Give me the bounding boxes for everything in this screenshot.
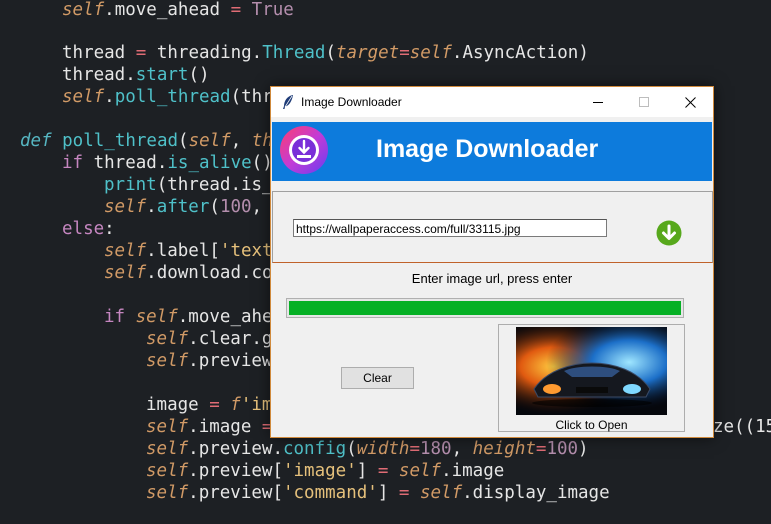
code-line: self.clear.g [146, 329, 273, 349]
close-icon [684, 96, 696, 108]
code-line: if thread.is_alive() [62, 153, 273, 173]
close-button[interactable] [667, 87, 713, 117]
feather-icon [283, 95, 293, 109]
download-logo-icon [280, 126, 328, 174]
app-header: Image Downloader [272, 122, 712, 181]
minimize-button[interactable] [575, 87, 621, 117]
code-line: image = f'im [146, 395, 273, 415]
car-preview-image [516, 327, 667, 415]
code-line: self.preview['command'] = self.display_i… [146, 483, 610, 503]
preview-caption: Click to Open [555, 418, 628, 432]
url-panel: https://wallpaperaccess.com/full/33115.j… [272, 191, 713, 263]
clear-button[interactable]: Clear [341, 367, 414, 389]
code-line: def poll_thread(self, th [20, 131, 273, 151]
url-input[interactable]: https://wallpaperaccess.com/full/33115.j… [293, 219, 607, 237]
code-line-fragment: ze((15 [713, 417, 771, 437]
code-line: if self.move_ahe [104, 307, 273, 327]
code-line: thread.start() [62, 65, 210, 85]
code-line: self.image = [146, 417, 273, 437]
instruction-label: Enter image url, press enter [411, 271, 573, 286]
code-line: self.move_ahead = True [62, 0, 294, 20]
progress-fill [289, 301, 681, 315]
code-line: self.preview.config(width=180, height=10… [146, 439, 589, 459]
code-line: thread = threading.Thread(target=self.As… [62, 43, 589, 63]
progress-bar [286, 298, 684, 318]
code-line: self.label['text [104, 241, 273, 261]
code-line: else: [62, 219, 115, 239]
code-line: self.download.co [104, 263, 273, 283]
code-line: self.preview['image'] = self.image [146, 461, 505, 481]
maximize-button[interactable] [621, 87, 667, 117]
title-bar[interactable]: Image Downloader [271, 87, 713, 117]
preview-button[interactable]: Click to Open [498, 324, 685, 432]
code-line: self.poll_thread(thr [62, 87, 273, 107]
minimize-icon [593, 102, 603, 103]
maximize-icon [639, 97, 649, 107]
header-title: Image Downloader [376, 135, 599, 163]
code-line: self.preview [146, 351, 273, 371]
image-downloader-window: Image Downloader Image Downloader https:… [270, 86, 714, 438]
code-line: print(thread.is_ [104, 175, 273, 195]
download-arrow-icon[interactable] [656, 220, 682, 246]
code-line: self.after(100, [104, 197, 263, 217]
window-title: Image Downloader [301, 95, 402, 109]
